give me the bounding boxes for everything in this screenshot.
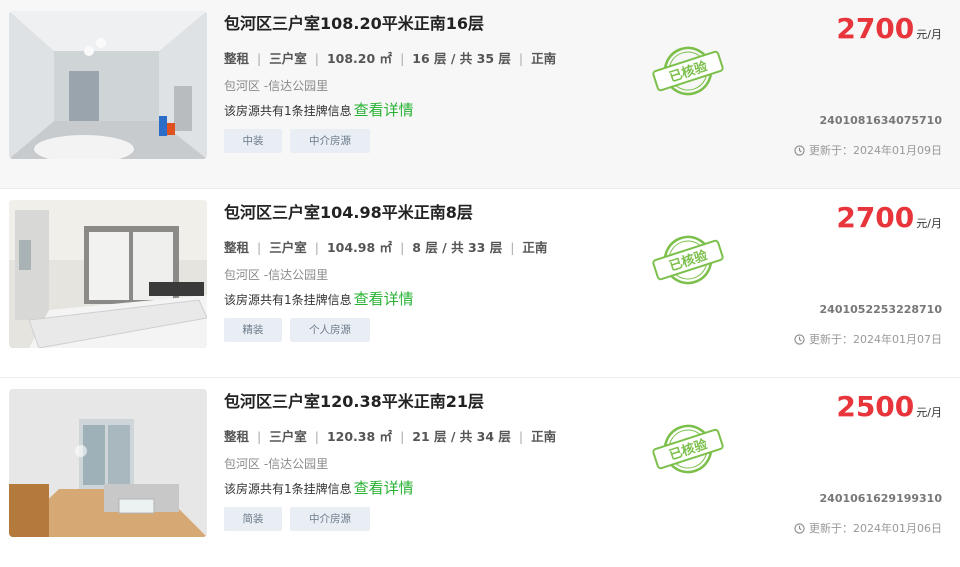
- clock-icon: [794, 522, 805, 534]
- tag-source: 个人房源: [290, 318, 370, 342]
- rent-type: 整租: [224, 429, 250, 444]
- tag-list: 简装 中介房源: [224, 507, 370, 531]
- price: 2700 元/月: [836, 201, 942, 234]
- updated-text: 更新于：2024年01月07日: [809, 333, 942, 346]
- listing-count-text: 该房源共有1条挂牌信息: [224, 104, 352, 118]
- view-details-link[interactable]: 查看详情: [354, 479, 414, 497]
- verified-stamp-icon: 已核验: [652, 46, 724, 96]
- price: 2500 元/月: [836, 390, 942, 423]
- room-layout: 三户室: [269, 51, 307, 66]
- tag-list: 精装 个人房源: [224, 318, 370, 342]
- price-unit: 元/月: [916, 217, 942, 230]
- room-layout: 三户室: [269, 240, 307, 255]
- listing-id: 2401061629199310: [819, 492, 942, 505]
- orientation: 正南: [531, 51, 557, 66]
- listing-card[interactable]: 包河区三户室104.98平米正南8层 整租 | 三户室 | 104.98 ㎡ | 8 层 /…: [0, 189, 960, 378]
- verified-stamp-icon: 已核验: [652, 235, 724, 285]
- clock-icon: [794, 144, 805, 156]
- view-details-link[interactable]: 查看详情: [354, 290, 414, 308]
- tag-decoration: 简装: [224, 507, 282, 531]
- listing-info: 该房源共有1条挂牌信息 查看详情: [224, 288, 414, 309]
- floor: 21 层 / 共 34 层: [412, 429, 511, 444]
- verified-stamp-icon: 已核验: [652, 424, 724, 474]
- updated-date: 更新于：2024年01月06日: [794, 520, 942, 536]
- listing-attributes: 整租 | 三户室 | 104.98 ㎡ | 8 层 / 共 33 层 | 正南: [224, 240, 548, 255]
- orientation: 正南: [531, 429, 557, 444]
- tag-decoration: 精装: [224, 318, 282, 342]
- listing-title[interactable]: 包河区三户室104.98平米正南8层: [224, 199, 473, 223]
- community-name: 包河区 -信达公园里: [224, 457, 329, 471]
- price-value: 2700: [836, 12, 915, 45]
- price-value: 2700: [836, 201, 915, 234]
- room-layout: 三户室: [269, 429, 307, 444]
- updated-text: 更新于：2024年01月06日: [809, 522, 942, 535]
- listing-id: 2401081634075710: [819, 114, 942, 127]
- price-value: 2500: [836, 390, 915, 423]
- price-unit: 元/月: [916, 406, 942, 419]
- listing-id: 2401052253228710: [819, 303, 942, 316]
- listing-count-text: 该房源共有1条挂牌信息: [224, 293, 352, 307]
- area: 104.98 ㎡: [326, 240, 393, 255]
- area: 108.20 ㎡: [326, 51, 393, 66]
- rent-type: 整租: [224, 240, 250, 255]
- updated-text: 更新于：2024年01月09日: [809, 144, 942, 157]
- area: 120.38 ㎡: [326, 429, 393, 444]
- price-unit: 元/月: [916, 28, 942, 41]
- listing-count-text: 该房源共有1条挂牌信息: [224, 482, 352, 496]
- orientation: 正南: [522, 240, 548, 255]
- tag-list: 中装 中介房源: [224, 129, 370, 153]
- clock-icon: [794, 333, 805, 345]
- floor: 8 层 / 共 33 层: [412, 240, 503, 255]
- community-name: 包河区 -信达公园里: [224, 268, 329, 282]
- listing-title[interactable]: 包河区三户室120.38平米正南21层: [224, 388, 484, 412]
- tag-decoration: 中装: [224, 129, 282, 153]
- listing-info: 该房源共有1条挂牌信息 查看详情: [224, 477, 414, 498]
- listing-info: 该房源共有1条挂牌信息 查看详情: [224, 99, 414, 120]
- listing-photo[interactable]: [9, 11, 207, 159]
- price: 2700 元/月: [836, 12, 942, 45]
- rent-type: 整租: [224, 51, 250, 66]
- community-name: 包河区 -信达公园里: [224, 79, 329, 93]
- listing-attributes: 整租 | 三户室 | 120.38 ㎡ | 21 层 / 共 34 层 | 正南: [224, 429, 557, 444]
- listing-title[interactable]: 包河区三户室108.20平米正南16层: [224, 10, 484, 34]
- listing-card[interactable]: 包河区三户室120.38平米正南21层 整租 | 三户室 | 120.38 ㎡ | 21 层…: [0, 378, 960, 567]
- view-details-link[interactable]: 查看详情: [354, 101, 414, 119]
- listing-attributes: 整租 | 三户室 | 108.20 ㎡ | 16 层 / 共 35 层 | 正南: [224, 51, 557, 66]
- updated-date: 更新于：2024年01月09日: [794, 142, 942, 158]
- tag-source: 中介房源: [290, 507, 370, 531]
- tag-source: 中介房源: [290, 129, 370, 153]
- floor: 16 层 / 共 35 层: [412, 51, 511, 66]
- listing-photo[interactable]: [9, 389, 207, 537]
- listing-card[interactable]: 包河区三户室108.20平米正南16层 整租 | 三户室 | 108.20 ㎡ | 16 层…: [0, 0, 960, 189]
- listing-photo[interactable]: [9, 200, 207, 348]
- updated-date: 更新于：2024年01月07日: [794, 331, 942, 347]
